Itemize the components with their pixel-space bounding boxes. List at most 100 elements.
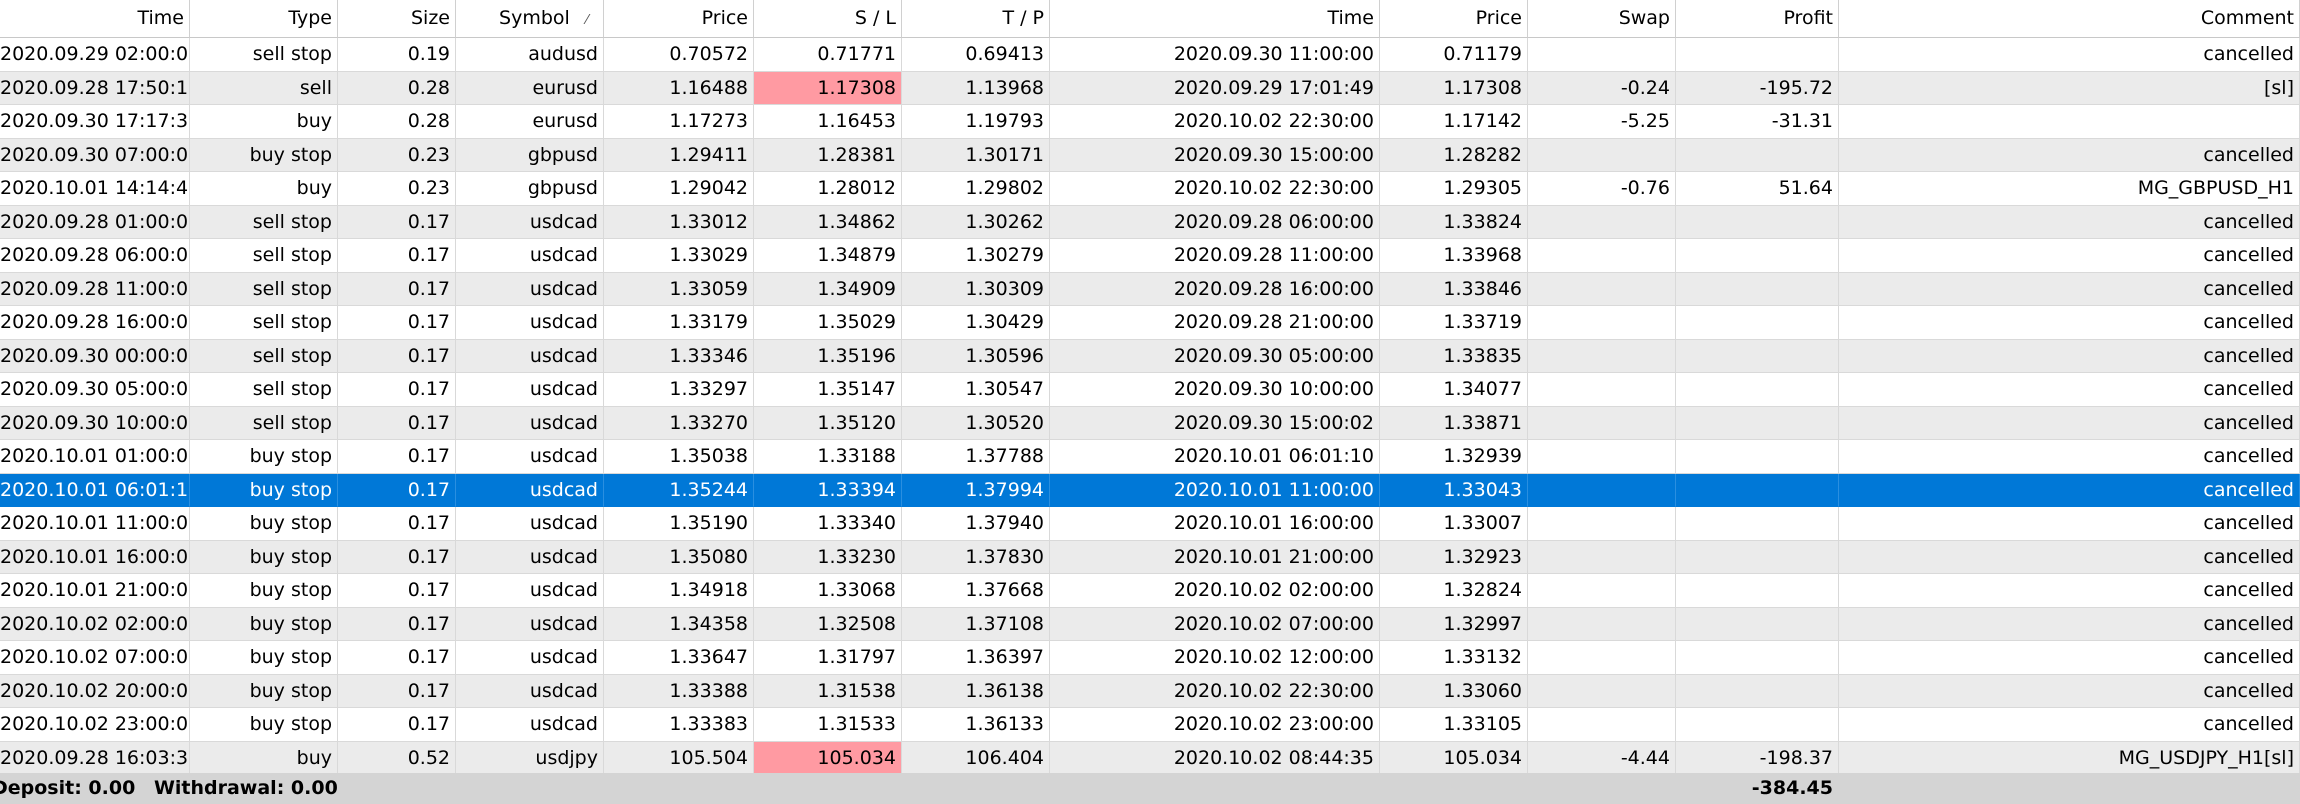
summary-bar: Deposit: 0.00 Withdrawal: 0.00 -384.45 [0, 773, 2300, 804]
cell-profit: -31.31 [1676, 105, 1839, 139]
table-row[interactable]: 2020.10.02 20:00:00 buy stop 0.17 usdcad 1.3… [0, 674, 2300, 708]
column-header-tp[interactable]: T / P [902, 0, 1050, 38]
cell-close-time: 2020.10.02 12:00:00 [1050, 641, 1380, 675]
cell-swap [1528, 440, 1676, 474]
cell-sl: 1.35147 [754, 373, 902, 407]
cell-comment: cancelled [1839, 306, 2300, 340]
cell-close-time: 2020.09.30 15:00:00 [1050, 138, 1380, 172]
cell-close-price: 1.32997 [1380, 607, 1528, 641]
table-row[interactable]: 2020.10.01 06:01:10 buy stop 0.17 usdcad 1.3… [0, 473, 2300, 507]
cell-symbol: usdcad [456, 272, 604, 306]
table-row[interactable]: 2020.10.01 21:00:00 buy stop 0.17 usdcad 1.3… [0, 574, 2300, 608]
balance-summary: Deposit: 0.00 Withdrawal: 0.00 [0, 773, 350, 804]
cell-swap [1528, 473, 1676, 507]
cell-close-price: 1.17142 [1380, 105, 1528, 139]
column-header-label: S / L [854, 7, 896, 29]
column-header-close-time[interactable]: Time [1050, 0, 1380, 38]
column-header-comment[interactable]: Comment [1839, 0, 2300, 38]
cell-symbol: gbpusd [456, 138, 604, 172]
cell-price: 1.33179 [604, 306, 754, 340]
cell-type: sell stop [190, 272, 338, 306]
cell-size: 0.17 [338, 406, 456, 440]
table-row[interactable]: 2020.09.28 06:00:00 sell stop 0.17 usdcad 1.… [0, 239, 2300, 273]
cell-close-time: 2020.10.02 22:30:00 [1050, 674, 1380, 708]
cell-close-time: 2020.09.30 10:00:00 [1050, 373, 1380, 407]
cell-size: 0.17 [338, 708, 456, 742]
column-header-sl[interactable]: S / L [754, 0, 902, 38]
cell-price: 1.33647 [604, 641, 754, 675]
cell-close-time: 2020.10.01 16:00:00 [1050, 507, 1380, 541]
table-row[interactable]: 2020.09.28 16:00:00 sell stop 0.17 usdcad 1.… [0, 306, 2300, 340]
cell-symbol: eurusd [456, 105, 604, 139]
cell-time: 2020.10.01 14:14:41 [0, 172, 190, 206]
table-row[interactable]: 2020.10.01 01:00:00 buy stop 0.17 usdcad 1.3… [0, 440, 2300, 474]
cell-sl: 1.16453 [754, 105, 902, 139]
column-header-type[interactable]: Type [190, 0, 338, 38]
table-row[interactable]: 2020.10.01 14:14:41 buy 0.23 gbpusd 1.29042 1… [0, 172, 2300, 206]
cell-type: buy [190, 105, 338, 139]
cell-time: 2020.09.28 16:00:00 [0, 306, 190, 340]
cell-tp: 0.69413 [902, 38, 1050, 72]
table-row[interactable]: 2020.09.28 16:03:30 buy 0.52 usdjpy 105.504 1… [0, 741, 2300, 775]
cell-comment: cancelled [1839, 641, 2300, 675]
table-row[interactable]: 2020.09.30 10:00:00 sell stop 0.17 usdcad 1.… [0, 406, 2300, 440]
cell-time: 2020.09.30 17:17:39 [0, 105, 190, 139]
cell-type: buy [190, 172, 338, 206]
cell-close-time: 2020.10.02 22:30:00 [1050, 105, 1380, 139]
column-header-close-price[interactable]: Price [1380, 0, 1528, 38]
cell-swap [1528, 607, 1676, 641]
cell-time: 2020.10.01 06:01:10 [0, 473, 190, 507]
cell-price: 1.33388 [604, 674, 754, 708]
table-row[interactable]: 2020.09.28 01:00:00 sell stop 0.17 usdcad 1.… [0, 205, 2300, 239]
table-row[interactable]: 2020.09.28 17:50:16 sell 0.28 eurusd 1.16488… [0, 71, 2300, 105]
column-header-label: Price [701, 7, 748, 29]
cell-swap [1528, 406, 1676, 440]
column-header-label: Comment [2200, 7, 2294, 29]
cell-comment: cancelled [1839, 674, 2300, 708]
deposit-summary: Deposit: 0.00 [0, 777, 136, 799]
cell-profit [1676, 138, 1839, 172]
table-row[interactable]: 2020.09.30 17:17:39 buy 0.28 eurusd 1.17273 1… [0, 105, 2300, 139]
cell-swap [1528, 205, 1676, 239]
column-header-symbol[interactable]: Symbol ⁄ [456, 0, 604, 38]
cell-type: sell stop [190, 339, 338, 373]
cell-close-time: 2020.10.02 22:30:00 [1050, 172, 1380, 206]
table-row[interactable]: 2020.10.02 02:00:00 buy stop 0.17 usdcad 1.3… [0, 607, 2300, 641]
cell-sl: 1.33188 [754, 440, 902, 474]
cell-swap: -0.76 [1528, 172, 1676, 206]
cell-comment: cancelled [1839, 473, 2300, 507]
cell-close-time: 2020.09.28 06:00:00 [1050, 205, 1380, 239]
table-row[interactable]: 2020.10.01 11:00:00 buy stop 0.17 usdcad 1.3… [0, 507, 2300, 541]
cell-symbol: usdcad [456, 239, 604, 273]
table-row[interactable]: 2020.09.28 11:00:00 sell stop 0.17 usdcad 1.… [0, 272, 2300, 306]
cell-comment: cancelled [1839, 373, 2300, 407]
table-row[interactable]: 2020.10.02 23:00:00 buy stop 0.17 usdcad 1.3… [0, 708, 2300, 742]
cell-profit [1676, 540, 1839, 574]
column-header-price[interactable]: Price [604, 0, 754, 38]
cell-type: buy stop [190, 574, 338, 608]
cell-sl: 1.33068 [754, 574, 902, 608]
cell-type: buy stop [190, 607, 338, 641]
cell-profit [1676, 641, 1839, 675]
cell-close-price: 0.71179 [1380, 38, 1528, 72]
column-header-time[interactable]: Time [0, 0, 190, 38]
column-header-profit[interactable]: Profit [1676, 0, 1839, 38]
table-row[interactable]: 2020.10.01 16:00:00 buy stop 0.17 usdcad 1.3… [0, 540, 2300, 574]
cell-size: 0.17 [338, 373, 456, 407]
cell-symbol: usdcad [456, 607, 604, 641]
cell-close-time: 2020.09.30 11:00:00 [1050, 38, 1380, 72]
cell-tp: 1.36133 [902, 708, 1050, 742]
column-header-swap[interactable]: Swap [1528, 0, 1676, 38]
cell-swap: -4.44 [1528, 741, 1676, 775]
column-header-label: T / P [1002, 7, 1044, 29]
column-header-size[interactable]: Size [338, 0, 456, 38]
cell-price: 1.17273 [604, 105, 754, 139]
table-row[interactable]: 2020.09.30 05:00:00 sell stop 0.17 usdcad 1.… [0, 373, 2300, 407]
table-row[interactable]: 2020.10.02 07:00:00 buy stop 0.17 usdcad 1.3… [0, 641, 2300, 675]
table-row[interactable]: 2020.09.30 07:00:03 buy stop 0.23 gbpusd 1.2… [0, 138, 2300, 172]
table-row[interactable]: 2020.09.30 00:00:02 sell stop 0.17 usdcad 1.… [0, 339, 2300, 373]
cell-profit [1676, 306, 1839, 340]
table-row[interactable]: 2020.09.29 02:00:00 sell stop 0.19 audusd 0.… [0, 38, 2300, 72]
cell-symbol: usdcad [456, 574, 604, 608]
cell-close-time: 2020.09.28 16:00:00 [1050, 272, 1380, 306]
